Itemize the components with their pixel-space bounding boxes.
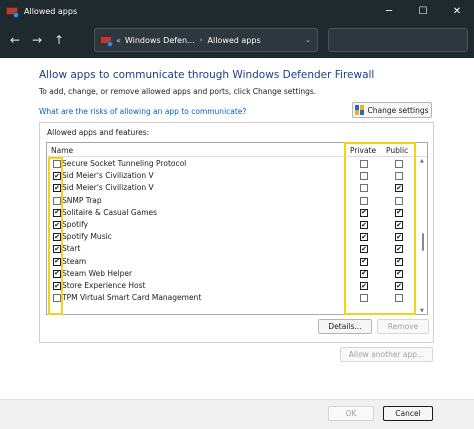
ok-button[interactable]: OK <box>328 406 374 421</box>
app-name: Spotify Music <box>62 232 112 242</box>
back-arrow-icon[interactable]: ← <box>4 29 26 51</box>
window-title: Allowed apps <box>24 6 78 16</box>
page-title: Allow apps to communicate through Window… <box>39 69 375 81</box>
chevron-right-icon[interactable]: › <box>200 36 203 44</box>
highlight-network-columns <box>344 142 416 315</box>
window-controls: ─ ☐ ✕ <box>372 0 474 22</box>
app-name: Sid Meier's Civilization V <box>62 183 154 193</box>
up-arrow-icon[interactable]: ↑ <box>48 29 70 51</box>
firewall-icon <box>6 5 19 18</box>
risks-link[interactable]: What are the risks of allowing an app to… <box>39 107 246 116</box>
details-button[interactable]: Details... <box>318 319 372 334</box>
maximize-button[interactable]: ☐ <box>406 0 440 22</box>
app-name: Solitaire & Casual Games <box>62 207 158 217</box>
dialog-footer: OK Cancel <box>0 399 474 429</box>
firewall-icon <box>100 34 113 47</box>
navigation-bar: ← → ↑ « Windows Defen... › Allowed apps … <box>0 22 474 58</box>
cancel-button[interactable]: Cancel <box>383 406 433 421</box>
page-description: To add, change, or remove allowed apps a… <box>39 87 317 96</box>
chevron-down-icon[interactable]: ⌄ <box>305 36 311 44</box>
app-name: Sid Meier's Civilization V <box>62 171 154 181</box>
title-bar: Allowed apps ─ ☐ ✕ <box>0 0 474 22</box>
breadcrumb-item[interactable]: Windows Defen... <box>125 36 195 45</box>
allow-another-app-button[interactable]: Allow another app... <box>340 347 433 362</box>
group-label: Allowed apps and features: <box>47 128 150 137</box>
scroll-up-icon[interactable]: ▲ <box>420 158 424 164</box>
app-name: Start <box>62 244 81 254</box>
close-button[interactable]: ✕ <box>440 0 474 22</box>
forward-arrow-icon[interactable]: → <box>26 29 48 51</box>
app-name: Secure Socket Tunneling Protocol <box>62 159 187 168</box>
app-name: Steam <box>62 256 87 266</box>
scrollbar-thumb[interactable] <box>422 233 424 251</box>
app-name: Spotify <box>62 220 89 229</box>
remove-button[interactable]: Remove <box>377 319 429 334</box>
column-header-name[interactable]: Name <box>51 146 73 155</box>
address-bar[interactable]: « Windows Defen... › Allowed apps ⌄ <box>94 28 318 52</box>
highlight-enabled-column <box>48 157 63 315</box>
shield-icon <box>355 105 365 115</box>
change-settings-button[interactable]: Change settings <box>352 102 432 118</box>
breadcrumb-item[interactable]: Allowed apps <box>208 36 261 45</box>
change-settings-label: Change settings <box>367 105 429 115</box>
search-input[interactable] <box>328 28 468 52</box>
list-scrollbar[interactable]: ▲ ▼ <box>420 158 426 314</box>
scroll-down-icon[interactable]: ▼ <box>420 308 424 314</box>
app-name: TPM Virtual Smart Card Management <box>62 293 202 303</box>
app-name: SNMP Trap <box>62 195 102 205</box>
minimize-button[interactable]: ─ <box>372 0 406 22</box>
app-name: Store Experience Host <box>62 281 146 290</box>
breadcrumb-overflow-icon[interactable]: « <box>116 36 121 45</box>
app-name: Steam Web Helper <box>62 268 133 278</box>
